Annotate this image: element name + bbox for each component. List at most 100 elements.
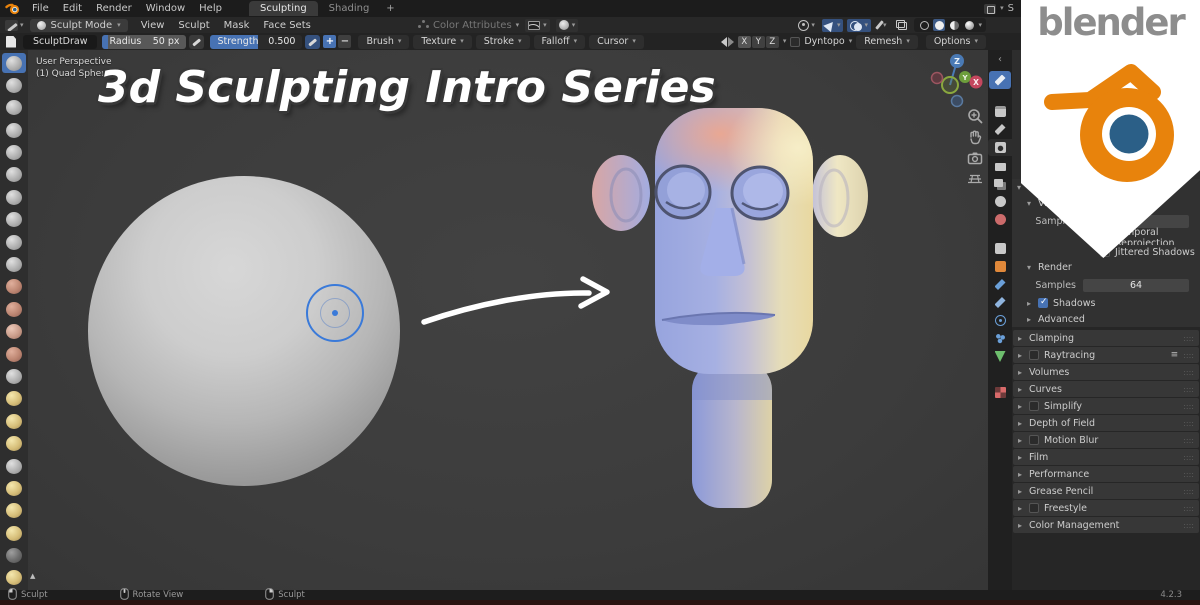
brush-shape-select[interactable]: ▾ bbox=[556, 19, 579, 32]
brush-clay[interactable] bbox=[2, 98, 26, 118]
brush-scrape[interactable] bbox=[2, 322, 26, 342]
shading-material-button[interactable] bbox=[948, 19, 960, 31]
scene-name[interactable]: S bbox=[1008, 3, 1014, 14]
brush-pose[interactable] bbox=[2, 478, 26, 498]
zoom-icon[interactable] bbox=[967, 108, 983, 124]
pan-hand-icon[interactable] bbox=[967, 129, 983, 145]
mirror-y-button[interactable]: Y bbox=[752, 36, 765, 48]
viewport-3d[interactable]: User Perspective (1) Quad Sphere 3d Scul… bbox=[28, 50, 988, 590]
radius-slider[interactable]: Radius 50 px bbox=[102, 35, 186, 49]
simplify-checkbox[interactable] bbox=[1029, 401, 1039, 411]
dyntopo-toggle[interactable]: Dyntopo ▾ bbox=[790, 36, 852, 47]
blender-app-icon[interactable] bbox=[5, 2, 21, 15]
tab-particles-properties[interactable] bbox=[988, 330, 1012, 347]
tab-editor-type-properties[interactable] bbox=[988, 103, 1012, 120]
shading-wireframe-button[interactable] bbox=[918, 19, 930, 31]
raytracing-checkbox[interactable] bbox=[1029, 350, 1039, 360]
menu-help[interactable]: Help bbox=[192, 2, 229, 15]
collapse-panel-icon[interactable]: ‹ bbox=[998, 54, 1002, 65]
panel-grease-pencil[interactable]: ▸Grease Pencil:::: bbox=[1013, 483, 1199, 499]
mirror-x-button[interactable]: X bbox=[738, 36, 751, 48]
brush-nudge[interactable] bbox=[2, 501, 26, 521]
grid-ortho-icon[interactable] bbox=[967, 171, 983, 187]
brush-draw-sharp[interactable] bbox=[2, 75, 26, 95]
brush-smooth[interactable] bbox=[2, 255, 26, 275]
brush-elastic-deform[interactable] bbox=[2, 411, 26, 431]
object-visibility-button[interactable]: ▾ bbox=[795, 19, 818, 32]
add-workspace-button[interactable]: + bbox=[380, 1, 400, 16]
show-gizmo-button[interactable]: ▾ bbox=[822, 19, 844, 32]
tab-modifiers-properties[interactable] bbox=[988, 276, 1012, 293]
brush-multi-plane-scrape[interactable] bbox=[2, 344, 26, 364]
menu-window[interactable]: Window bbox=[139, 2, 192, 15]
tab-object-data-properties[interactable] bbox=[988, 348, 1012, 365]
section-render[interactable]: ▾Render bbox=[1012, 259, 1200, 275]
field-value[interactable]: 64 bbox=[1083, 279, 1189, 292]
tab-render-properties[interactable] bbox=[988, 139, 1012, 156]
tab-material-properties[interactable] bbox=[988, 366, 1012, 383]
menu-file[interactable]: File bbox=[25, 2, 56, 15]
tab-collection-properties[interactable] bbox=[988, 240, 1012, 257]
camera-view-icon[interactable] bbox=[967, 150, 983, 166]
shading-solid-button[interactable] bbox=[933, 19, 945, 31]
subtract-strength-button[interactable]: − bbox=[338, 35, 351, 48]
scene-icon[interactable] bbox=[984, 4, 996, 14]
axis-negx-handle[interactable] bbox=[932, 73, 943, 84]
brush-boundary[interactable] bbox=[2, 568, 26, 588]
dyntopo-checkbox[interactable] bbox=[790, 37, 800, 47]
brush-rotate[interactable] bbox=[2, 523, 26, 543]
falloff-curve-select[interactable]: ▾ bbox=[525, 19, 550, 32]
tab-tool-properties[interactable] bbox=[988, 121, 1012, 138]
strength-slider[interactable]: Strength 0.500 bbox=[210, 35, 302, 49]
annotate-button[interactable]: ▾ bbox=[875, 19, 890, 32]
brush-pinch[interactable] bbox=[2, 366, 26, 386]
menu-face-sets[interactable]: Face Sets bbox=[256, 19, 317, 32]
section-advanced[interactable]: ▸Advanced bbox=[1012, 311, 1200, 327]
tab-active-tool-properties[interactable] bbox=[989, 71, 1011, 89]
dropdown-brush[interactable]: Brush▾ bbox=[358, 35, 409, 49]
tab-scene-properties[interactable] bbox=[988, 193, 1012, 210]
menu-edit[interactable]: Edit bbox=[56, 2, 89, 15]
field-samples[interactable]: Samples64 bbox=[1012, 275, 1200, 295]
brush-clay-thumb[interactable] bbox=[2, 143, 26, 163]
dropdown-stroke[interactable]: Stroke▾ bbox=[476, 35, 530, 49]
menu-view[interactable]: View bbox=[134, 19, 172, 32]
tab-constraints-properties[interactable] bbox=[988, 294, 1012, 311]
navigation-gizmo[interactable]: Z Y X bbox=[926, 52, 988, 112]
add-strength-button[interactable]: + bbox=[323, 35, 336, 48]
brush-slide-relax[interactable] bbox=[2, 546, 26, 566]
active-brush-button[interactable]: SculptDraw bbox=[23, 35, 97, 49]
tab-output-properties[interactable] bbox=[988, 157, 1012, 174]
tab-world-properties[interactable] bbox=[988, 211, 1012, 228]
brush-blob[interactable] bbox=[2, 210, 26, 230]
dropdown-texture[interactable]: Texture▾ bbox=[413, 35, 471, 49]
menu-sculpt[interactable]: Sculpt bbox=[171, 19, 216, 32]
shadows-checkbox[interactable] bbox=[1038, 298, 1048, 308]
brush-snake-hook[interactable] bbox=[2, 434, 26, 454]
panel-motion-blur[interactable]: ▸Motion Blur:::: bbox=[1013, 432, 1199, 448]
panel-volumes[interactable]: ▸Volumes:::: bbox=[1013, 364, 1199, 380]
color-attributes-select[interactable]: Color Attributes ▾ bbox=[418, 20, 519, 31]
strength-pressure-button[interactable] bbox=[305, 35, 320, 49]
menu-mask[interactable]: Mask bbox=[217, 19, 257, 32]
axis-negz-handle[interactable] bbox=[952, 96, 963, 107]
gizmo-center[interactable] bbox=[942, 77, 958, 93]
brush-inflate[interactable] bbox=[2, 187, 26, 207]
mode-select[interactable]: Sculpt Mode ▾ bbox=[30, 19, 128, 32]
remesh-dropdown[interactable]: Remesh▾ bbox=[856, 35, 918, 49]
section-shadows[interactable]: ▸Shadows bbox=[1012, 295, 1200, 311]
brush-draw[interactable] bbox=[2, 53, 26, 73]
list-options-icon[interactable]: ≡ bbox=[1171, 350, 1179, 360]
panel-color-management[interactable]: ▸Color Management:::: bbox=[1013, 517, 1199, 533]
tab-physics-properties[interactable] bbox=[988, 312, 1012, 329]
options-dropdown[interactable]: Options▾ bbox=[926, 35, 986, 49]
brush-clay-strips[interactable] bbox=[2, 120, 26, 140]
menu-render[interactable]: Render bbox=[89, 2, 139, 15]
brush-crease[interactable] bbox=[2, 232, 26, 252]
mirror-z-button[interactable]: Z bbox=[766, 36, 779, 48]
panel-depth-of-field[interactable]: ▸Depth of Field:::: bbox=[1013, 415, 1199, 431]
tab-view-layer-properties[interactable] bbox=[988, 175, 1012, 192]
panel-clamping[interactable]: ▸Clamping:::: bbox=[1013, 330, 1199, 346]
dropdown-falloff[interactable]: Falloff▾ bbox=[534, 35, 586, 49]
panel-simplify[interactable]: ▸Simplify:::: bbox=[1013, 398, 1199, 414]
